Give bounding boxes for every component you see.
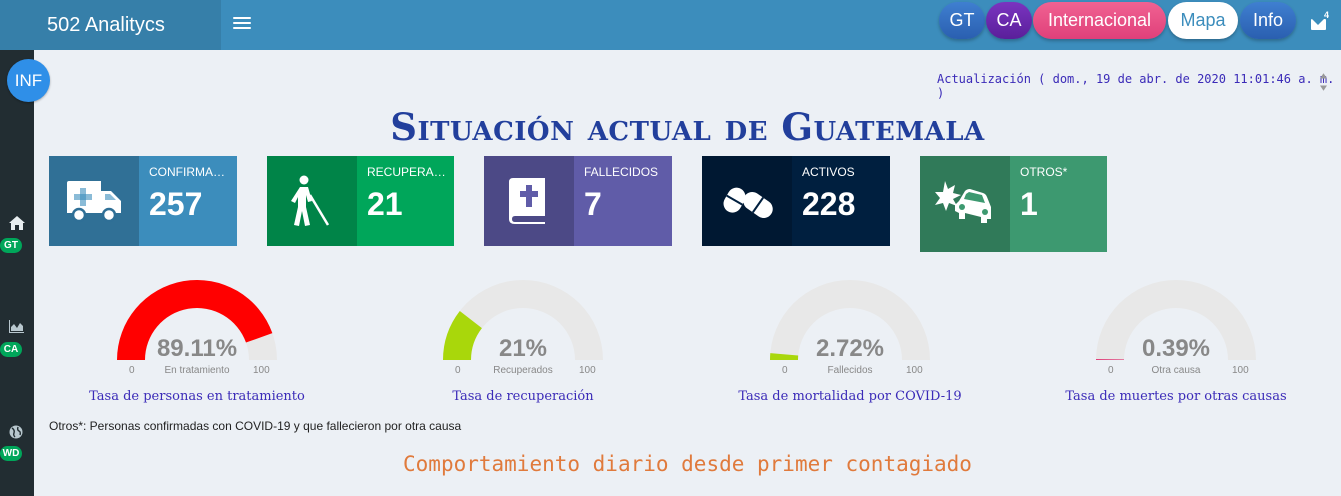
- recuperados-value: 21: [367, 186, 403, 222]
- activos-label: ACTIVOS: [802, 165, 855, 179]
- update-timestamp: Actualización ( dom., 19 de abr. de 2020…: [937, 72, 1335, 100]
- activos-value: 228: [802, 186, 856, 222]
- gauge-value: 2.72%: [815, 335, 885, 362]
- brand-logo[interactable]: 502 Analitycs: [0, 0, 221, 50]
- gauge-max: 100: [906, 365, 923, 376]
- footnote: Otros*: Personas confirmadas con COVID-1…: [49, 419, 462, 433]
- scroll-indicator-icon: [1320, 73, 1327, 91]
- fallecidos-label: FALLECIDOS: [584, 165, 659, 179]
- ambulance-icon: [49, 156, 139, 246]
- nav-mapa-button[interactable]: Mapa: [1168, 2, 1238, 39]
- otros-label: OTROS*: [1020, 165, 1068, 179]
- sidebar-badge-gt[interactable]: GT: [0, 238, 22, 253]
- gauge-caption: Tasa de personas en tratamiento: [89, 389, 305, 404]
- nav-ca-button[interactable]: CA: [986, 2, 1032, 39]
- info-box-activos: ACTIVOS 228: [702, 156, 890, 246]
- bible-icon: [484, 156, 574, 246]
- gauge-otras-causas: 0.39% 0 Otra causa 100: [1091, 278, 1261, 378]
- area-chart-icon[interactable]: [9, 320, 24, 333]
- gauge-value: 0.39%: [1141, 335, 1211, 362]
- gauge-tratamiento: 89.11% 0 En tratamiento 100: [112, 278, 282, 378]
- recuperados-label: RECUPERADOS: [367, 165, 449, 179]
- page-title: Situación actual de Guatemala: [390, 105, 985, 149]
- gauge-caption: Tasa de muertes por otras causas: [1065, 389, 1287, 404]
- sidebar-badge-ca[interactable]: CA: [0, 342, 22, 357]
- gauge-max: 100: [253, 365, 270, 376]
- gauge-recuperacion: 21% 0 Recuperados 100: [438, 278, 608, 378]
- fallecidos-value: 7: [584, 186, 602, 222]
- pills-icon: [702, 156, 792, 246]
- car-crash-icon: [920, 156, 1010, 252]
- nav-info-button[interactable]: Info: [1240, 2, 1296, 39]
- info-box-fallecidos: FALLECIDOS 7: [484, 156, 672, 246]
- confirmados-label: CONFIRMADOS: [149, 165, 231, 179]
- menu-toggle-icon[interactable]: [233, 14, 251, 36]
- blind-walking-icon: [267, 156, 357, 246]
- gauge-caption: Tasa de mortalidad por COVID-19: [738, 389, 962, 404]
- nav-internacional-button[interactable]: Internacional: [1033, 2, 1166, 39]
- gauge-max: 100: [579, 365, 596, 376]
- gauge-max: 100: [1232, 365, 1249, 376]
- nav-gt-button[interactable]: GT: [939, 2, 985, 39]
- confirmados-value: 257: [149, 186, 203, 222]
- mail-count-badge: 4: [1324, 10, 1330, 20]
- home-icon[interactable]: [9, 216, 25, 230]
- section-subtitle: Comportamiento diario desde primer conta…: [403, 452, 972, 476]
- gauge-mortalidad: 2.72% 0 Fallecidos 100: [765, 278, 935, 378]
- info-box-otros: OTROS* 1: [920, 156, 1107, 252]
- gauge-value: 89.11%: [156, 335, 238, 362]
- gauge-caption: Tasa de recuperación: [452, 389, 594, 404]
- envelope-icon[interactable]: [1311, 19, 1326, 30]
- gauge-value: 21%: [498, 335, 548, 362]
- globe-icon[interactable]: [9, 425, 23, 439]
- otros-value: 1: [1020, 186, 1038, 222]
- top-navbar: 502 Analitycs GT CA Internacional Mapa I…: [0, 0, 1341, 50]
- info-box-recuperados: RECUPERADOS 21: [267, 156, 454, 246]
- avatar[interactable]: INF: [7, 59, 50, 102]
- info-box-confirmados: CONFIRMADOS 257: [49, 156, 237, 246]
